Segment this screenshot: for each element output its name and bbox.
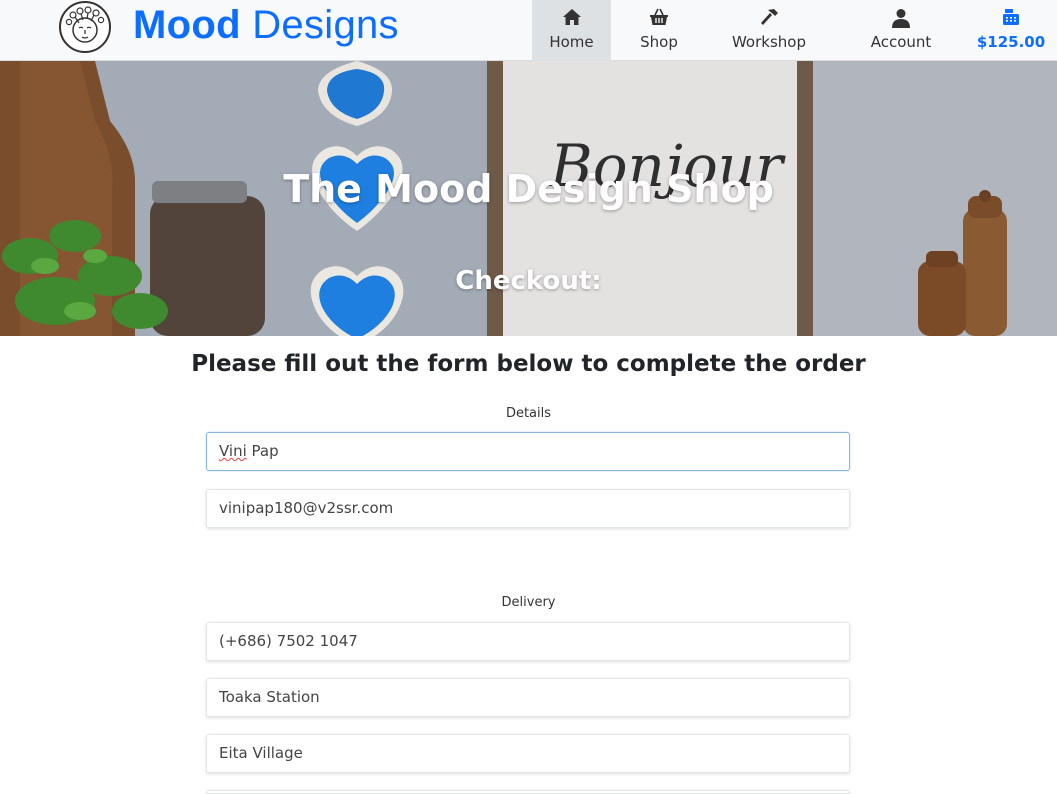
address-line1-text: Toaka Station	[219, 688, 320, 706]
nav-workshop-label: Workshop	[731, 33, 806, 51]
hammer-icon	[759, 8, 779, 30]
nav-cart[interactable]: $125.00	[975, 0, 1047, 61]
name-first-text: Vini	[219, 442, 247, 460]
address-line2-text: Eita Village	[219, 744, 303, 762]
nav-home-label: Home	[549, 33, 594, 51]
address-line1-field[interactable]: Toaka Station	[206, 678, 850, 717]
name-rest-text: Pap	[246, 442, 279, 460]
details-section-label: Details	[505, 406, 552, 421]
brand-name-part2: Designs	[240, 3, 399, 47]
form-heading: Please fill out the form below to comple…	[191, 351, 866, 377]
email-field[interactable]: vinipap180@v2ssr.com	[206, 489, 850, 528]
brand-name[interactable]: Mood Designs	[133, 3, 399, 48]
phone-field[interactable]: (+686) 7502 1047	[206, 622, 850, 661]
brand-name-part1: Mood	[133, 3, 241, 47]
basket-icon	[649, 8, 669, 30]
next-field-partial[interactable]	[206, 790, 850, 794]
hero-banner: Bonjour The Mood Design Shop Checkout:	[0, 61, 1057, 336]
top-navbar: Mood Designs Home Shop Workshop Account …	[0, 0, 1057, 61]
cash-register-icon	[1002, 8, 1020, 30]
user-icon	[891, 8, 911, 32]
hero-title: The Mood Design Shop	[283, 167, 774, 211]
home-icon	[562, 8, 582, 30]
name-field[interactable]: Vini Pap	[206, 432, 850, 471]
email-text: vinipap180@v2ssr.com	[219, 499, 394, 517]
brand-logo[interactable]	[59, 1, 111, 53]
face-logo-icon	[65, 6, 105, 43]
phone-text: (+686) 7502 1047	[219, 632, 358, 650]
nav-shop[interactable]: Shop	[621, 0, 697, 61]
cart-total: $125.00	[976, 33, 1046, 51]
address-line2-field[interactable]: Eita Village	[206, 734, 850, 773]
nav-home[interactable]: Home	[532, 0, 611, 61]
delivery-section-label: Delivery	[501, 595, 556, 610]
nav-workshop[interactable]: Workshop	[726, 0, 812, 61]
nav-account[interactable]: Account	[862, 0, 940, 61]
hero-subtitle: Checkout:	[455, 266, 602, 296]
nav-account-label: Account	[870, 33, 932, 51]
nav-shop-label: Shop	[640, 33, 678, 51]
